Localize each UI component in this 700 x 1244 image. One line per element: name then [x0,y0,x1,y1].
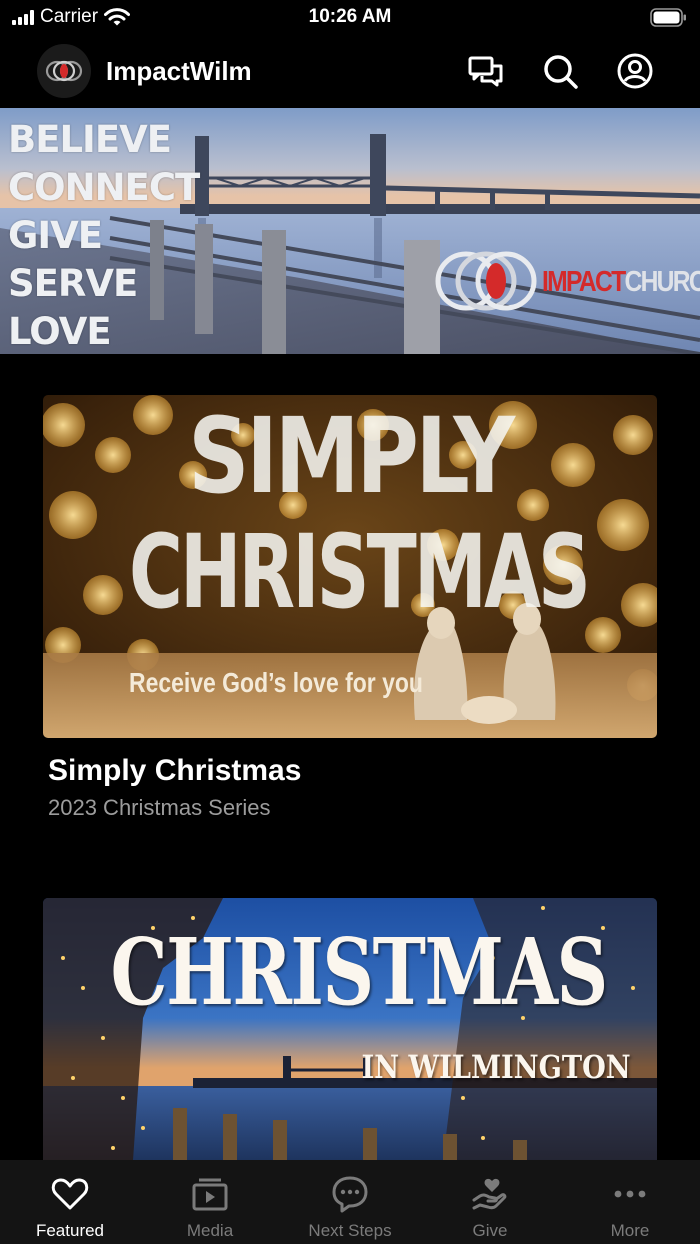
tab-featured[interactable]: Featured [0,1160,140,1244]
tab-next-steps[interactable]: Next Steps [280,1160,420,1244]
hero-banner[interactable]: BELIEVE CONNECT GIVE SERVE LOVE IMPACTCH… [0,108,700,354]
tab-label: Give [472,1221,508,1240]
give-hand-heart-icon [472,1178,507,1210]
search-icon[interactable] [541,52,579,90]
tab-media[interactable]: Media [140,1160,280,1244]
status-bar: Carrier 10:26 AM [0,0,700,36]
series-subtitle: 2023 Christmas Series [48,795,271,820]
messages-icon[interactable] [467,52,505,90]
chat-bubble-icon [332,1176,368,1213]
hero-word: CONNECT [8,166,200,209]
tab-more[interactable]: More [560,1160,700,1244]
impact-church-logo: IMPACTCHURCH [432,244,700,318]
art-title-line2: CHRISTMAS [128,513,591,632]
art-tagline: Receive God’s love for you [129,667,423,698]
series-artwork-simply-christmas[interactable]: SIMPLY CHRISTMAS Receive God’s love for … [43,395,657,738]
hero-word: LOVE [8,310,112,353]
hero-word: SERVE [8,262,138,305]
hero-word: GIVE [8,214,103,257]
series-artwork-christmas-in-wilmington[interactable]: CHRISTMAS IN WILMINGTON [43,898,657,1160]
bottom-tab-bar: Featured Media Next Steps Give More [0,1160,700,1244]
battery-icon [650,8,688,33]
media-play-icon [192,1178,228,1211]
tab-label: Featured [35,1221,105,1240]
impact-rings-icon [435,251,537,311]
tab-label: Next Steps [308,1221,392,1240]
app-title: ImpactWilm [106,56,252,86]
impact-logo-icon [45,60,83,82]
tab-label: More [610,1221,650,1240]
heart-icon [51,1178,89,1210]
brand-impact: IMPACT [542,266,626,298]
more-dots-icon [614,1190,646,1198]
app-logo[interactable] [37,44,91,98]
art-title-line1: SIMPLY [188,395,515,517]
art-title-line2: IN WILMINGTON [361,1048,631,1086]
brand-church: CHURCH [624,266,700,298]
tab-give[interactable]: Give [420,1160,560,1244]
art-title-line1: CHRISTMAS [110,918,609,1026]
series-title[interactable]: Simply Christmas [48,754,301,788]
account-icon[interactable] [616,52,654,90]
brand-wordmark: IMPACTCHURCH [542,266,700,299]
clock: 10:26 AM [308,6,392,27]
app-header: ImpactWilm [0,36,700,106]
hero-words: BELIEVE CONNECT GIVE SERVE LOVE [8,116,200,354]
hero-word: BELIEVE [8,118,172,161]
tab-label: Media [186,1221,234,1240]
